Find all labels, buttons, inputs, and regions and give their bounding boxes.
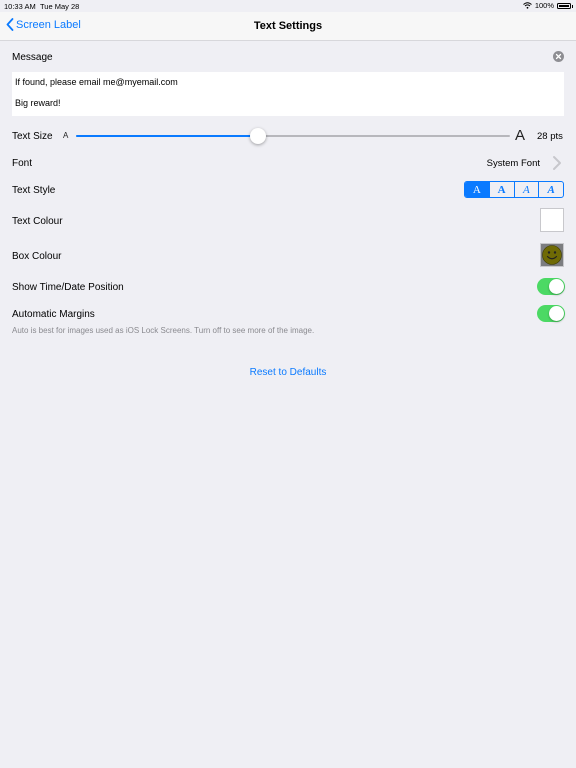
text-size-label: Text Size bbox=[12, 131, 53, 142]
box-colour-label: Box Colour bbox=[12, 251, 62, 262]
message-line-2: Big reward! bbox=[15, 98, 61, 108]
slider-thumb[interactable] bbox=[250, 128, 266, 144]
text-style-segmented-control: A A A A bbox=[464, 181, 564, 198]
message-label: Message bbox=[12, 52, 53, 63]
style-bold-segment[interactable]: A bbox=[488, 182, 514, 197]
chevron-right-icon[interactable] bbox=[552, 155, 562, 171]
show-time-date-toggle[interactable] bbox=[537, 278, 565, 295]
status-date: Tue May 28 bbox=[40, 2, 80, 11]
battery-percent: 100% bbox=[534, 1, 554, 10]
slider-fill bbox=[76, 135, 258, 137]
large-text-size-icon: A bbox=[515, 127, 526, 144]
status-right: 100% bbox=[522, 1, 573, 10]
reset-to-defaults-button[interactable]: Reset to Defaults bbox=[0, 367, 576, 378]
box-colour-swatch[interactable] bbox=[540, 243, 564, 267]
style-regular-segment[interactable]: A bbox=[465, 182, 489, 197]
wifi-icon bbox=[522, 2, 532, 9]
text-size-slider[interactable] bbox=[76, 126, 510, 146]
battery-icon bbox=[557, 2, 573, 9]
smiley-icon bbox=[542, 245, 562, 265]
clear-message-button[interactable] bbox=[553, 51, 564, 62]
text-size-value: 28 pts bbox=[537, 131, 563, 142]
small-text-size-icon: A bbox=[63, 131, 69, 140]
page-title: Text Settings bbox=[253, 20, 323, 32]
font-value[interactable]: System Font bbox=[487, 158, 540, 169]
toggle-knob bbox=[549, 279, 564, 294]
status-bar: 10:33 AM Tue May 28 100% bbox=[0, 0, 576, 12]
message-text-area[interactable]: If found, please email me@myemail.com Bi… bbox=[12, 72, 564, 116]
style-bold-italic-segment[interactable]: A bbox=[538, 182, 563, 197]
text-style-label: Text Style bbox=[12, 185, 56, 196]
automatic-margins-toggle[interactable] bbox=[537, 305, 565, 322]
text-colour-swatch[interactable] bbox=[540, 208, 564, 232]
text-colour-label: Text Colour bbox=[12, 216, 63, 227]
automatic-margins-label: Automatic Margins bbox=[12, 309, 95, 320]
font-label: Font bbox=[12, 158, 33, 169]
toggle-knob bbox=[549, 306, 564, 321]
style-italic-segment[interactable]: A bbox=[513, 182, 539, 197]
close-icon bbox=[555, 53, 562, 60]
automatic-margins-footnote: Auto is best for images used as iOS Lock… bbox=[12, 326, 315, 335]
status-time: 10:33 AM bbox=[4, 2, 36, 11]
message-line-1: If found, please email me@myemail.com bbox=[15, 77, 178, 87]
show-time-date-label: Show Time/Date Position bbox=[12, 282, 124, 293]
navigation-bar: Screen Label Text Settings bbox=[0, 12, 576, 41]
